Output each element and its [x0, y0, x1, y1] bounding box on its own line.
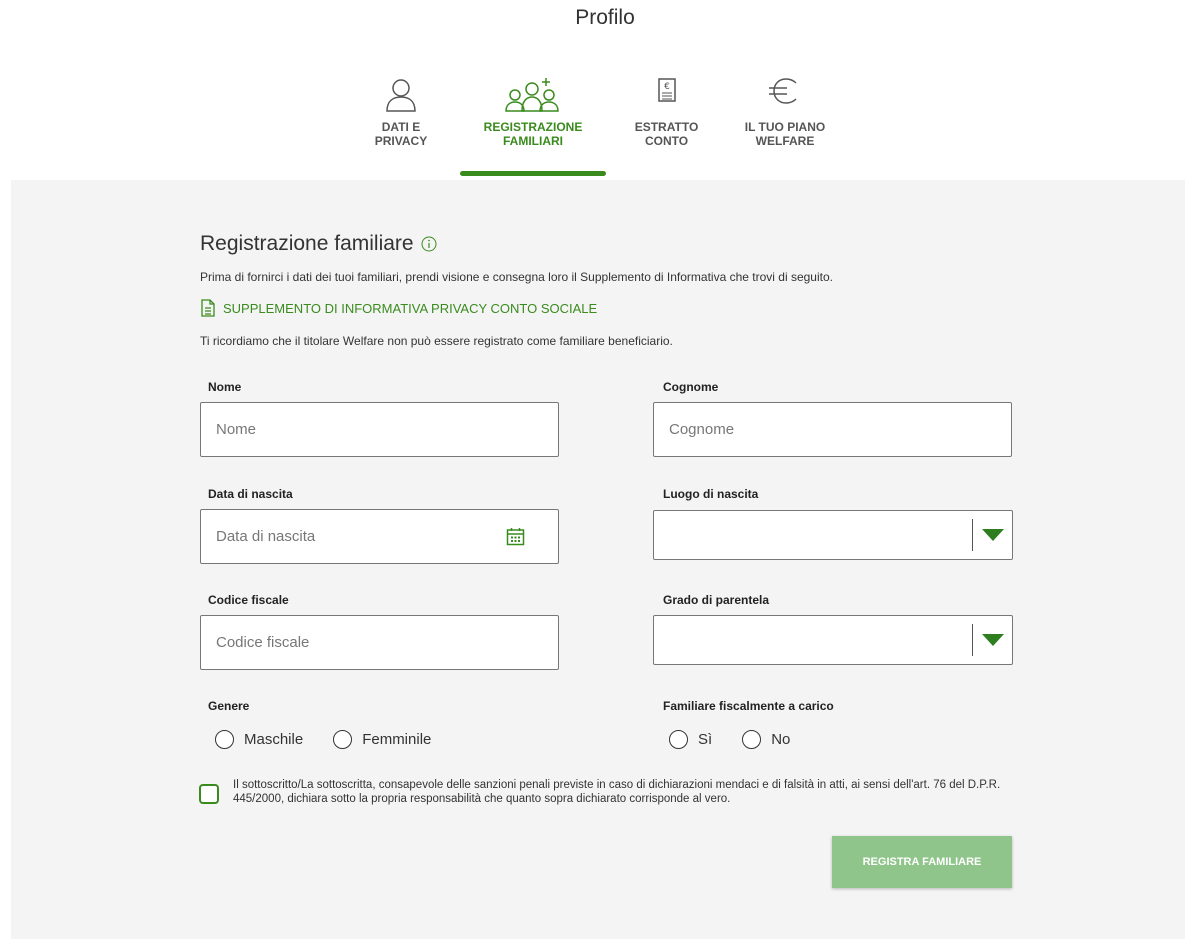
luogo-nascita-label: Luogo di nascita — [663, 487, 759, 501]
tab-label: DATI E PRIVACY — [374, 120, 428, 148]
chevron-down-icon — [982, 634, 1004, 646]
privacy-document-link-label: SUPPLEMENTO DI INFORMATIVA PRIVACY CONTO… — [223, 300, 598, 316]
genere-radio-group: Maschile Femminile — [215, 730, 461, 749]
cognome-input[interactable] — [653, 402, 1012, 457]
info-icon[interactable] — [421, 236, 437, 252]
declaration-checkbox[interactable] — [199, 784, 219, 804]
tab-label: REGISTRAZIONE FAMILIARI — [483, 120, 583, 148]
radio-circle[interactable] — [669, 730, 688, 749]
tab-estratto-conto[interactable]: € ESTRATTO CONTO — [619, 75, 714, 176]
cognome-label: Cognome — [663, 380, 719, 394]
page-title: Profilo — [575, 6, 635, 29]
radio-label: Sì — [698, 731, 713, 748]
a-carico-radio-group: Sì No — [669, 730, 820, 749]
radio-si[interactable]: Sì — [669, 730, 712, 749]
luogo-nascita-select[interactable] — [653, 510, 1013, 560]
genere-label: Genere — [208, 699, 250, 713]
tab-label: ESTRATTO CONTO — [634, 120, 699, 148]
select-separator — [972, 519, 973, 551]
radio-label: Maschile — [244, 731, 304, 748]
tab-piano-welfare[interactable]: IL TUO PIANO WELFARE — [730, 75, 840, 176]
active-tab-indicator — [460, 171, 606, 176]
grado-parentela-select[interactable] — [653, 615, 1013, 665]
declaration-text: Il sottoscritto/La sottoscritta, consape… — [233, 779, 1001, 805]
radio-circle[interactable] — [215, 730, 234, 749]
statement-icon: € — [657, 78, 676, 102]
section-title: Registrazione familiare — [200, 232, 437, 256]
chevron-down-icon — [982, 529, 1004, 541]
privacy-document-link[interactable]: SUPPLEMENTO DI INFORMATIVA PRIVACY CONTO… — [200, 299, 597, 317]
radio-maschile[interactable]: Maschile — [215, 730, 303, 749]
note-text: Ti ricordiamo che il titolare Welfare no… — [200, 334, 673, 348]
radio-circle[interactable] — [742, 730, 762, 749]
euro-icon — [769, 78, 797, 104]
grado-parentela-label: Grado di parentela — [663, 593, 770, 607]
radio-label: No — [771, 731, 791, 748]
tab-registrazione-familiari[interactable]: REGISTRAZIONE FAMILIARI — [460, 75, 606, 176]
select-separator — [972, 624, 973, 656]
svg-text:€: € — [664, 82, 670, 92]
a-carico-label: Familiare fiscalmente a carico — [663, 699, 834, 713]
radio-no[interactable]: No — [742, 730, 790, 749]
nome-input[interactable] — [200, 402, 559, 457]
radio-circle[interactable] — [333, 730, 353, 749]
nome-label: Nome — [208, 380, 242, 394]
radio-label: Femminile — [362, 731, 432, 748]
section-title-text: Registrazione familiare — [200, 232, 414, 255]
radio-femminile[interactable]: Femminile — [333, 730, 431, 749]
calendar-icon[interactable] — [506, 527, 525, 546]
data-nascita-label: Data di nascita — [208, 487, 293, 501]
registra-familiare-button[interactable]: REGISTRA FAMILIARE — [832, 836, 1012, 888]
user-icon — [386, 79, 416, 112]
intro-text: Prima di fornirci i dati dei tuoi famili… — [200, 270, 833, 284]
tab-dati-privacy[interactable]: DATI E PRIVACY — [345, 75, 457, 176]
document-icon — [201, 299, 215, 317]
tab-label: IL TUO PIANO WELFARE — [744, 120, 826, 148]
family-add-icon — [505, 78, 559, 112]
codice-fiscale-input[interactable] — [200, 615, 559, 670]
codice-fiscale-label: Codice fiscale — [208, 593, 289, 607]
